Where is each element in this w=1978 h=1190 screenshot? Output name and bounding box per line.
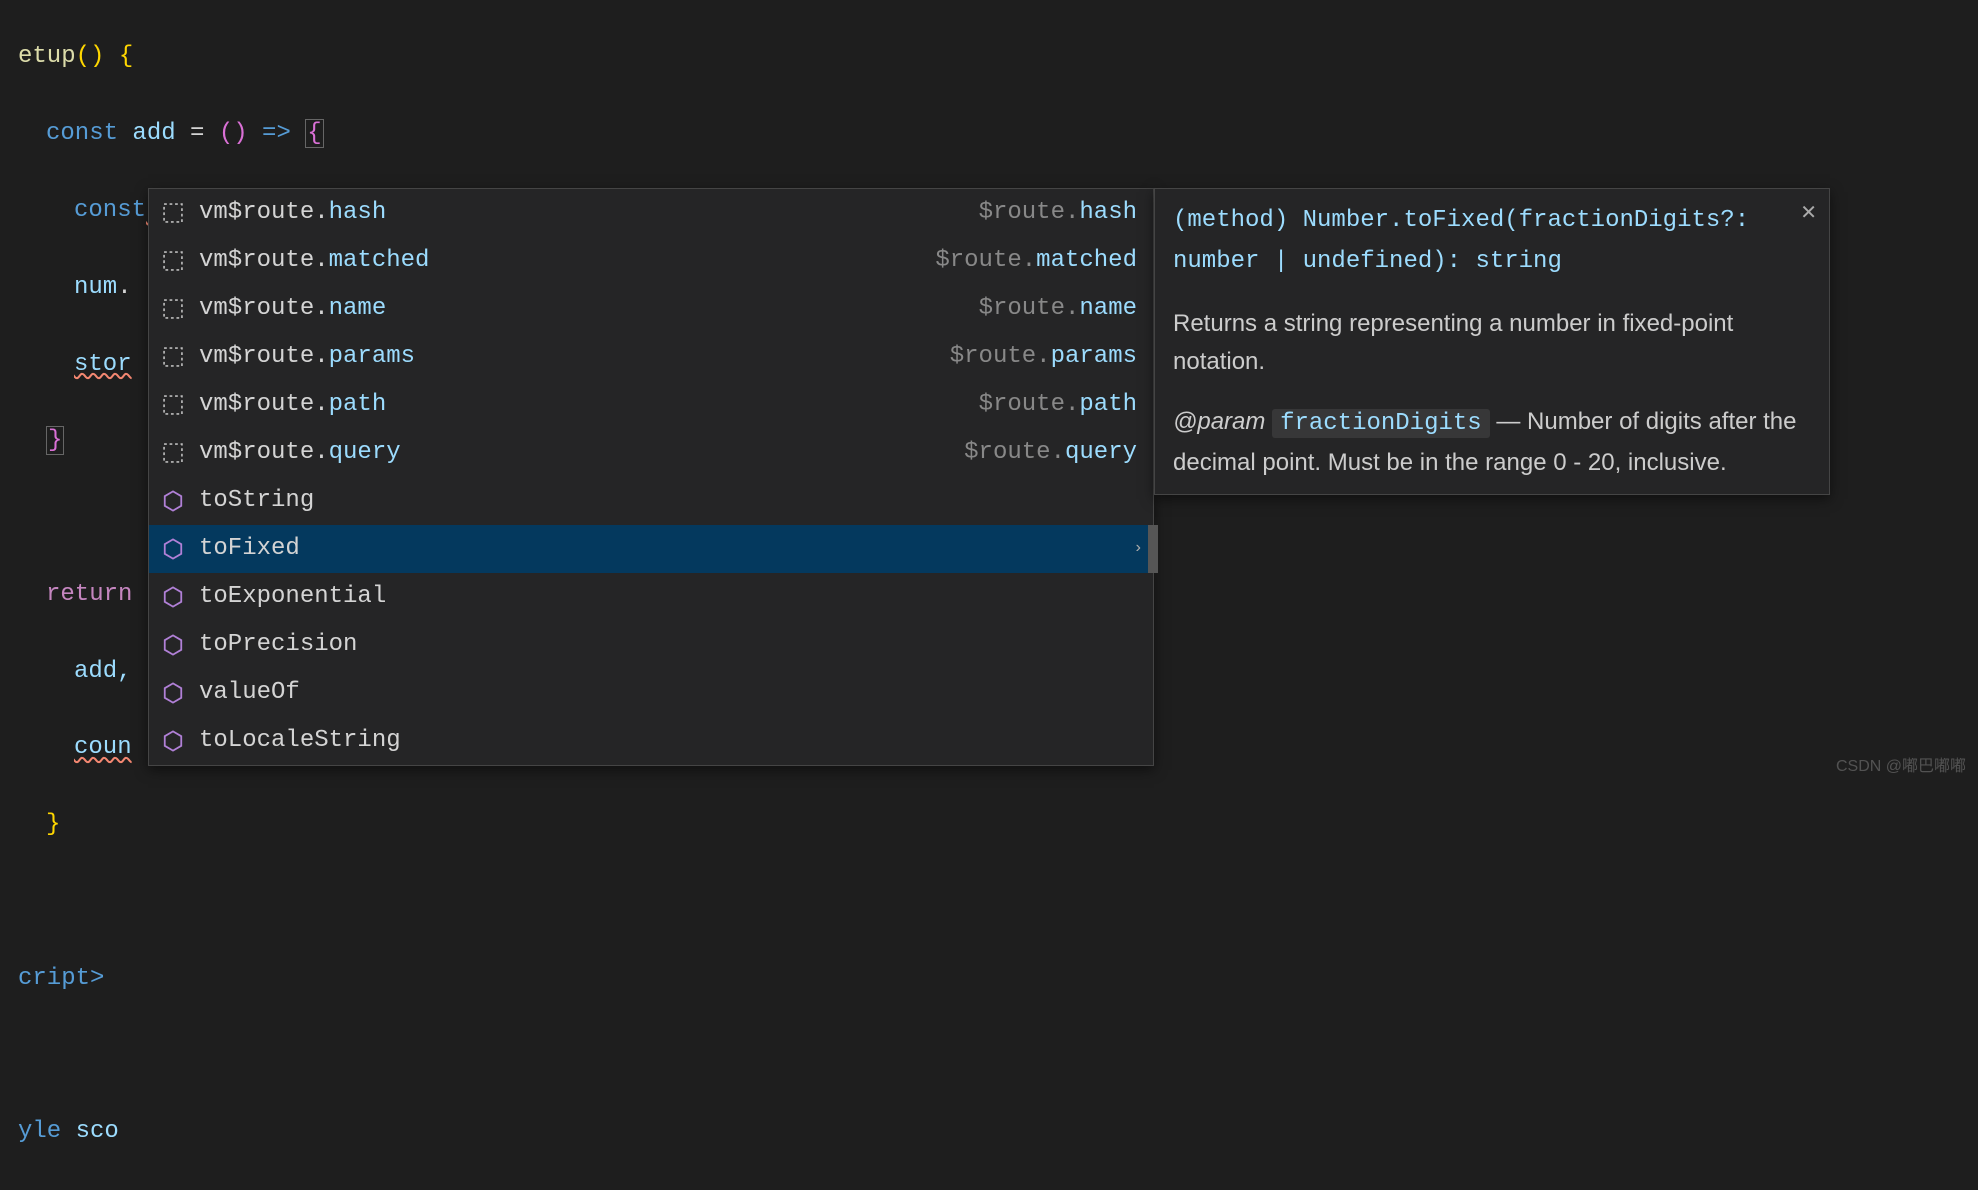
keyword-return: return bbox=[46, 581, 132, 608]
autocomplete-label: vm$route.path bbox=[199, 386, 979, 424]
method-icon bbox=[159, 631, 187, 659]
method-icon bbox=[159, 727, 187, 755]
code-text: . bbox=[117, 274, 131, 301]
autocomplete-detail: $route.params bbox=[950, 338, 1137, 376]
doc-param: @param fractionDigits — Number of digits… bbox=[1173, 403, 1811, 482]
autocomplete-item[interactable]: toFixed › bbox=[149, 525, 1153, 573]
autocomplete-label: valueOf bbox=[199, 674, 1143, 712]
snippet-icon bbox=[159, 343, 187, 371]
method-icon bbox=[159, 583, 187, 611]
code-text: add, bbox=[74, 658, 132, 685]
watermark: CSDN @嘟巴嘟嘟 bbox=[1836, 754, 1966, 780]
snippet-icon bbox=[159, 247, 187, 275]
param-name: fractionDigits bbox=[1272, 409, 1490, 438]
autocomplete-detail: $route.query bbox=[964, 434, 1137, 472]
code-text: { bbox=[104, 43, 133, 70]
code-text: etup bbox=[18, 43, 76, 70]
doc-signature: (method) Number.toFixed(fractionDigits?:… bbox=[1173, 201, 1811, 283]
autocomplete-detail: $route.matched bbox=[935, 242, 1137, 280]
autocomplete-item[interactable]: vm$route.params$route.params bbox=[149, 333, 1153, 381]
autocomplete-label: vm$route.name bbox=[199, 290, 979, 328]
autocomplete-label: toLocaleString bbox=[199, 722, 1143, 760]
autocomplete-item[interactable]: toString bbox=[149, 477, 1153, 525]
doc-description: Returns a string representing a number i… bbox=[1173, 305, 1811, 382]
bracket-close: } bbox=[46, 426, 64, 455]
autocomplete-item[interactable]: toLocaleString bbox=[149, 717, 1153, 765]
autocomplete-item[interactable]: vm$route.path$route.path bbox=[149, 381, 1153, 429]
snippet-icon bbox=[159, 439, 187, 467]
autocomplete-item[interactable]: toExponential bbox=[149, 573, 1153, 621]
code-text: stor bbox=[74, 351, 132, 378]
snippet-icon bbox=[159, 391, 187, 419]
autocomplete-detail: $route.name bbox=[979, 290, 1137, 328]
code-attr: sco bbox=[76, 1118, 119, 1145]
autocomplete-label: vm$route.query bbox=[199, 434, 964, 472]
autocomplete-item[interactable]: toPrecision bbox=[149, 621, 1153, 669]
code-text: = bbox=[190, 120, 219, 147]
method-icon bbox=[159, 679, 187, 707]
autocomplete-label: toPrecision bbox=[199, 626, 1143, 664]
scrollbar-thumb[interactable] bbox=[1148, 525, 1158, 573]
method-icon bbox=[159, 535, 187, 563]
code-tag: cript> bbox=[18, 965, 104, 992]
code-var: add bbox=[118, 120, 190, 147]
autocomplete-item[interactable]: vm$route.query$route.query bbox=[149, 429, 1153, 477]
chevron-right-icon: › bbox=[1133, 536, 1143, 562]
documentation-panel: ✕ (method) Number.toFixed(fractionDigits… bbox=[1154, 188, 1830, 495]
autocomplete-label: vm$route.params bbox=[199, 338, 950, 376]
autocomplete-label: vm$route.hash bbox=[199, 194, 979, 232]
autocomplete-label: toFixed bbox=[199, 530, 1125, 568]
autocomplete-label: vm$route.matched bbox=[199, 242, 935, 280]
keyword-const: const bbox=[46, 120, 118, 147]
autocomplete-detail: $route.path bbox=[979, 386, 1137, 424]
autocomplete-label: toExponential bbox=[199, 578, 1143, 616]
bracket-open: { bbox=[305, 119, 323, 148]
keyword-const: const bbox=[74, 197, 146, 224]
autocomplete-detail: $route.hash bbox=[979, 194, 1137, 232]
code-text: () bbox=[219, 120, 248, 147]
snippet-icon bbox=[159, 295, 187, 323]
autocomplete-item[interactable]: vm$route.matched$route.matched bbox=[149, 237, 1153, 285]
autocomplete-popup[interactable]: vm$route.hash$route.hashvm$route.matched… bbox=[148, 188, 1154, 766]
autocomplete-item[interactable]: vm$route.hash$route.hash bbox=[149, 189, 1153, 237]
code-text: => bbox=[248, 120, 306, 147]
code-text: () bbox=[76, 43, 105, 70]
close-icon[interactable]: ✕ bbox=[1800, 199, 1817, 231]
code-tag: yle bbox=[18, 1118, 76, 1145]
autocomplete-label: toString bbox=[199, 482, 1143, 520]
method-icon bbox=[159, 487, 187, 515]
code-var: num bbox=[74, 274, 117, 301]
param-tag: @param bbox=[1173, 408, 1265, 435]
code-text: } bbox=[46, 811, 60, 838]
code-text: coun bbox=[74, 734, 132, 761]
autocomplete-item[interactable]: vm$route.name$route.name bbox=[149, 285, 1153, 333]
snippet-icon bbox=[159, 199, 187, 227]
autocomplete-item[interactable]: valueOf bbox=[149, 669, 1153, 717]
